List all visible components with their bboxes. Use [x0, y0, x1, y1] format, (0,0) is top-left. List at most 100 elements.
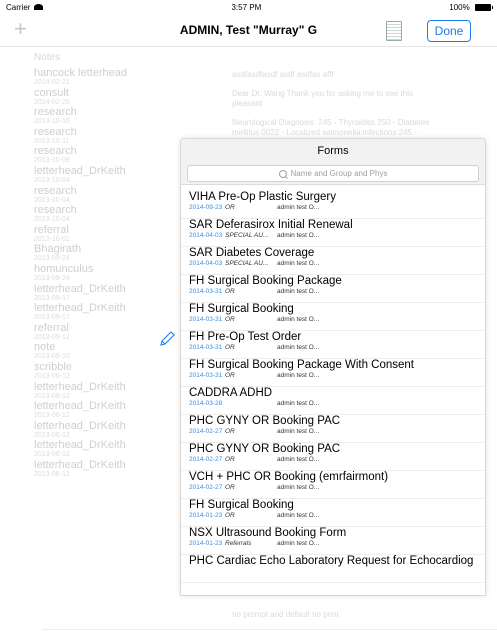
form-date: 2014-02-27: [189, 428, 223, 435]
form-meta: 2014-01-23 OR admin test O...: [189, 512, 477, 520]
note-date: 2013-06-12: [34, 451, 70, 459]
form-name: FH Pre-Op Test Order: [189, 331, 302, 343]
note-list-item[interactable]: research 2013-10-16: [34, 106, 174, 126]
form-meta: 2014-02-27 OR admin test O...: [189, 484, 477, 492]
form-list-item[interactable]: SAR Deferasirox Initial Renewal 2014-04-0…: [181, 219, 485, 247]
form-list-item[interactable]: PHC GYNY OR Booking PAC 2014-02-27 OR admin…: [181, 415, 485, 443]
note-list-item[interactable]: letterhead_DrKeith 2013-10-04: [34, 165, 174, 185]
form-date: 2014-01-23: [189, 512, 223, 519]
form-list-item[interactable]: VCH + PHC OR Booking (emrfairmont) 2014-0…: [181, 471, 485, 499]
form-date: 2014-04-03: [189, 232, 223, 239]
note-preview-text: Dear Dr. Wang Thank you for asking me to…: [232, 89, 413, 98]
form-date: 2014-03-28: [189, 400, 223, 407]
form-list-item[interactable]: VIHA Pre-Op Plastic Surgery 2014-09-23 OR a…: [181, 191, 485, 219]
form-name: PHC GYNY OR Booking PAC: [189, 443, 341, 455]
form-list-item[interactable]: FH Surgical Booking 2014-03-31 OR admin tes…: [181, 303, 485, 331]
form-name: FH Surgical Booking: [189, 499, 294, 511]
form-owner: admin test O...: [277, 456, 320, 463]
form-date: 2014-03-31: [189, 344, 223, 351]
note-date: 2013-09-12: [34, 333, 70, 341]
note-date: 2013-10-09: [34, 157, 70, 165]
form-list-item[interactable]: FH Surgical Booking Package With Consent…: [181, 359, 485, 387]
note-list-item[interactable]: letterhead_DrKeith 2013-06-12: [34, 439, 174, 459]
note-title: research: [34, 125, 77, 138]
form-owner: admin test O...: [277, 232, 320, 239]
form-name: PHC Cardiac Echo Laboratory Request for …: [189, 555, 474, 567]
form-category: OR: [225, 344, 235, 351]
note-list-item[interactable]: letterhead_DrKeith 2013-09-17: [34, 283, 174, 303]
note-list-item[interactable]: hancock letterhead 2014-02-21: [34, 67, 174, 87]
form-category: SPECIAL AU...: [225, 260, 269, 267]
note-date: 2014-02-20: [34, 98, 70, 106]
form-owner: admin test O...: [277, 288, 320, 295]
note-title: research: [34, 204, 77, 217]
note-preview-text: pleasant: [232, 99, 263, 108]
note-list-item[interactable]: research 2013-10-11: [34, 126, 174, 146]
note-list-item[interactable]: letterhead_DrKeith 2013-09-17: [34, 302, 174, 322]
note-date: 2013-09-17: [34, 294, 70, 302]
note-title: letterhead_DrKeith: [34, 419, 126, 432]
note-list-item[interactable]: letterhead_DrKeith 2013-06-12: [34, 400, 174, 420]
note-list-item[interactable]: scribble 2013-06-12: [34, 361, 174, 381]
form-name: FH Surgical Booking: [189, 303, 294, 315]
form-list-item[interactable]: CADDRA ADHD 2014-03-28 admin test O...: [181, 387, 485, 415]
notes-list: hancock letterhead 2014-02-21 consult 2014-…: [34, 67, 174, 478]
note-list-item[interactable]: letterhead_DrKeith 2013-06-12: [34, 459, 174, 479]
form-meta: 2014-03-31 OR admin test O...: [189, 372, 477, 380]
note-date: 2013-06-12: [34, 470, 70, 478]
note-title: letterhead_DrKeith: [34, 302, 126, 315]
form-name: VIHA Pre-Op Plastic Surgery: [189, 191, 336, 203]
done-button[interactable]: Done: [427, 20, 471, 42]
form-category: Referrals: [225, 540, 252, 547]
note-date: 2013-06-12: [34, 412, 70, 420]
note-list-item[interactable]: referral 2013-10-01: [34, 224, 174, 244]
note-date: 2013-06-12: [34, 431, 70, 439]
note-list-item[interactable]: referral 2013-09-12: [34, 322, 174, 342]
note-list-item[interactable]: homunculus 2013-09-24: [34, 263, 174, 283]
form-list-item[interactable]: PHC GYNY OR Booking PAC 2014-02-27 OR admin…: [181, 443, 485, 471]
form-list-item[interactable]: FH Surgical Booking Package 2014-03-31 OR a…: [181, 275, 485, 303]
bottom-divider: [42, 629, 497, 630]
note-date: 2013-10-04: [34, 196, 70, 204]
document-icon[interactable]: [386, 21, 402, 41]
form-list-item[interactable]: NSX Ultrasound Booking Form 2014-01-23 Ref…: [181, 527, 485, 555]
note-date: 2013-09-24: [34, 255, 70, 263]
note-title: research: [34, 145, 77, 158]
note-list-item[interactable]: research 2013-10-04: [34, 185, 174, 205]
pencil-icon[interactable]: [158, 330, 176, 348]
search-icon: [278, 169, 287, 178]
form-owner: admin test O...: [277, 540, 320, 547]
form-list-item[interactable]: FH Surgical Booking 2014-01-23 OR admin tes…: [181, 499, 485, 527]
form-list-item[interactable]: FH Pre-Op Test Order 2014-03-31 OR admin te…: [181, 331, 485, 359]
note-date: 2013-06-12: [34, 372, 70, 380]
form-list-item[interactable]: SAR Diabetes Coverage 2014-04-03 SPECIAL A…: [181, 247, 485, 275]
note-list-item[interactable]: note 2013-09-10: [34, 341, 174, 361]
forms-popover-header: Forms Name and Group and Phys: [181, 139, 485, 185]
forms-title: Forms: [317, 145, 349, 157]
note-previews: asdfasdfasdf asdf asdfas afff Dear Dr. Wa…: [232, 70, 492, 147]
note-list-item[interactable]: research 2013-10-09: [34, 145, 174, 165]
note-preview-text: mellitus 0022 - Localized salmonella inf…: [232, 128, 417, 137]
form-name: FH Surgical Booking Package With Consent: [189, 359, 414, 371]
form-date: 2014-02-27: [189, 484, 223, 491]
form-list-item[interactable]: PHC Cardiac Echo Laboratory Request for …: [181, 555, 485, 583]
note-list-item[interactable]: letterhead_DrKeith 2013-06-12: [34, 420, 174, 440]
note-title: hancock letterhead: [34, 67, 127, 79]
form-owner: admin test O...: [277, 372, 320, 379]
forms-search-input[interactable]: Name and Group and Phys: [187, 165, 479, 182]
note-list-item[interactable]: Bhagirath 2013-09-24: [34, 243, 174, 263]
note-title: note: [34, 341, 56, 354]
note-list-item[interactable]: research 2013-10-04: [34, 204, 174, 224]
form-owner: admin test O...: [277, 428, 320, 435]
note-list-item[interactable]: consult 2014-02-20: [34, 87, 174, 107]
note-list-item[interactable]: letterhead_DrKeith 2013-06-12: [34, 381, 174, 401]
note-title: referral: [34, 223, 69, 236]
patient-title: ADMIN, Test "Murray" G: [179, 23, 318, 37]
note-title: Bhagirath: [34, 243, 82, 256]
forms-popover: Forms Name and Group and Phys VIHA Pre-O…: [180, 138, 486, 596]
note-date: 2014-02-21: [34, 79, 70, 86]
note-title: letterhead_DrKeith: [34, 282, 126, 295]
form-owner: admin test O...: [277, 204, 320, 211]
form-date: 2014-01-23: [189, 540, 223, 547]
note-date: 2013-10-04: [34, 176, 70, 184]
